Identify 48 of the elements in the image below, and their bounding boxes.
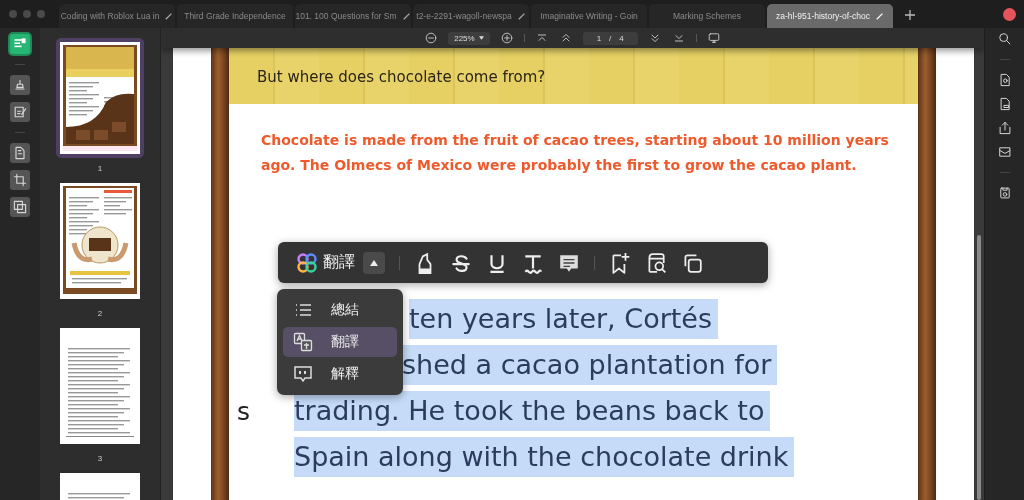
- document-tab[interactable]: Marking Schemes: [649, 4, 765, 28]
- edit-icon[interactable]: [10, 102, 30, 122]
- document-tab[interactable]: za-hl-951-history-of-choc: [767, 4, 893, 28]
- layers-icon[interactable]: [10, 197, 30, 217]
- mail-icon[interactable]: [997, 145, 1012, 159]
- ai-logo-icon: [296, 251, 318, 274]
- pencil-icon[interactable]: [517, 12, 526, 20]
- share-icon[interactable]: [997, 121, 1012, 135]
- page-field[interactable]: 1 / 4: [582, 31, 638, 45]
- lead-text: Chocolate is made from the fruit of cacao trees, starting about 10 million years: [261, 131, 890, 150]
- intro-text: But where does chocolate come from?: [257, 67, 547, 88]
- save-icon[interactable]: [997, 186, 1012, 200]
- partial-text: s: [237, 396, 252, 426]
- document-tab[interactable]: t2-e-2291-wagoll-newspa: [413, 4, 529, 28]
- crop-icon[interactable]: [10, 170, 30, 190]
- pencil-icon[interactable]: [165, 12, 174, 20]
- thumbnails-icon[interactable]: [10, 34, 30, 54]
- stamp-icon[interactable]: [10, 75, 30, 95]
- zoom-dropdown[interactable]: 225%: [448, 31, 490, 45]
- pencil-icon[interactable]: [402, 12, 411, 20]
- scrollbar[interactable]: [977, 235, 981, 500]
- menu-item[interactable]: 解釋: [283, 359, 397, 389]
- page-number: 2: [97, 309, 103, 318]
- document-tab[interactable]: Imaginative Writing - Goin: [531, 4, 647, 28]
- translate-button[interactable]: 翻譯: [296, 251, 355, 274]
- lead-text: ago. The Olmecs of Mexico were probably the first to grow the cacao plant.: [261, 156, 858, 175]
- presentation-icon[interactable]: [706, 31, 721, 45]
- translate-icon: [293, 332, 313, 352]
- zoom-out-icon[interactable]: [424, 31, 439, 45]
- page-number: 3: [97, 454, 103, 463]
- caret-icon: [478, 36, 484, 40]
- selected-text: shed a cacao plantation for: [402, 345, 778, 385]
- caret-up-icon: [370, 259, 378, 266]
- selected-text: Spain along with the chocolate drink: [294, 437, 795, 477]
- avatar-icon[interactable]: [1003, 7, 1016, 21]
- document-tab[interactable]: Coding with Roblox Lua in: [59, 4, 175, 28]
- collapse-button[interactable]: [363, 251, 385, 274]
- search-icon[interactable]: [997, 32, 1012, 46]
- document-tab[interactable]: 101. 100 Questions for Sm: [295, 4, 411, 28]
- zoom-in-icon[interactable]: [499, 31, 514, 45]
- selected-text: ten years later, Cortés: [409, 299, 719, 339]
- menu-item[interactable]: 總結: [283, 295, 397, 325]
- document-tab[interactable]: Third Grade Independence: [177, 4, 293, 28]
- menu-item[interactable]: 翻譯: [283, 327, 397, 357]
- pages-icon[interactable]: [10, 143, 30, 163]
- speech-bubble-icon: [293, 364, 313, 384]
- selected-text: trading. He took the beans back to: [294, 391, 771, 431]
- page-number: 1: [97, 164, 103, 173]
